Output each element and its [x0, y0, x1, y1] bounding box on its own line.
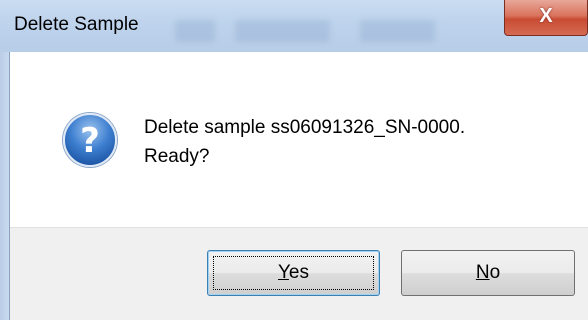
close-icon: X	[539, 5, 553, 27]
yes-button-label: Yes	[277, 262, 309, 283]
message-line-2: Ready?	[144, 146, 210, 167]
question-icon: ?	[63, 113, 117, 167]
yes-button[interactable]: Yes	[207, 250, 380, 296]
no-button[interactable]: No	[401, 250, 575, 296]
dialog-message: Delete sample ss06091326_SN-0000. Ready?	[144, 113, 574, 171]
close-button[interactable]: X	[504, 0, 588, 36]
message-line-1: Delete sample ss06091326_SN-0000.	[144, 117, 466, 138]
window-title: Delete Sample	[14, 14, 139, 35]
background-blur	[360, 20, 435, 42]
no-button-label: No	[475, 262, 501, 283]
background-blur	[235, 20, 330, 42]
window-frame-left	[0, 52, 10, 320]
background-blur	[175, 20, 215, 42]
title-bar[interactable]: Delete Sample X	[0, 0, 588, 52]
